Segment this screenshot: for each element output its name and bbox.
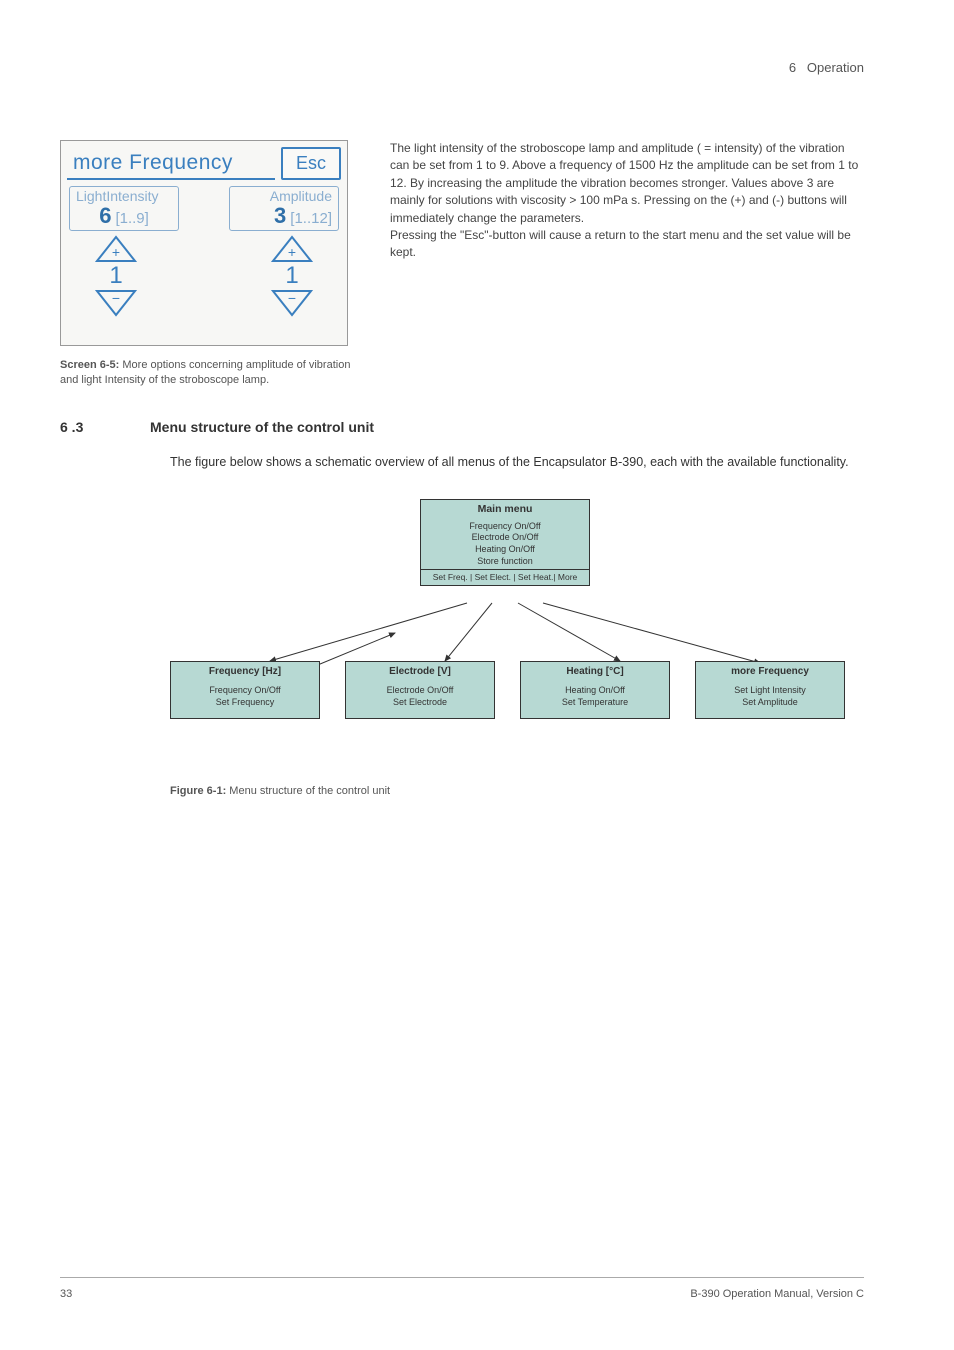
plus-icon[interactable]: + bbox=[95, 235, 137, 263]
lcd-screenshot: more Frequency Esc LightIntensity 6 [1..… bbox=[60, 140, 348, 346]
figure-caption-bold: Figure 6-1: bbox=[170, 785, 226, 797]
main-line-3: Store function bbox=[425, 556, 585, 568]
amplitude-range: [1..12] bbox=[290, 211, 332, 226]
desc-p1: The light intensity of the stroboscope l… bbox=[390, 140, 864, 227]
sub-title-0: Frequency [Hz] bbox=[175, 666, 315, 685]
section-title: Menu structure of the control unit bbox=[150, 419, 374, 435]
sub-title-3: more Frequency bbox=[700, 666, 840, 685]
right-step-value: 1 bbox=[285, 263, 298, 289]
amplitude-label: Amplitude bbox=[236, 189, 332, 203]
sub-box-more-frequency: more Frequency Set Light Intensity Set A… bbox=[695, 661, 845, 719]
sub-title-1: Electrode [V] bbox=[350, 666, 490, 685]
sub2-line1: Set Temperature bbox=[525, 697, 665, 709]
sub3-line0: Set Light Intensity bbox=[700, 685, 840, 697]
page-number: 33 bbox=[60, 1288, 72, 1300]
sub0-line0: Frequency On/Off bbox=[175, 685, 315, 697]
description-paragraph: The light intensity of the stroboscope l… bbox=[390, 140, 864, 389]
menu-structure-diagram: Main menu Frequency On/Off Electrode On/… bbox=[170, 499, 850, 767]
section-body: The figure below shows a schematic overv… bbox=[170, 453, 864, 471]
svg-text:−: − bbox=[112, 290, 120, 306]
light-intensity-value: 6 bbox=[99, 205, 111, 227]
sub-box-frequency: Frequency [Hz] Frequency On/Off Set Freq… bbox=[170, 661, 320, 719]
light-intensity-label: LightIntensity bbox=[76, 189, 172, 203]
sub-box-electrode: Electrode [V] Electrode On/Off Set Elect… bbox=[345, 661, 495, 719]
main-line-1: Electrode On/Off bbox=[425, 532, 585, 544]
chapter-number: 6 bbox=[789, 60, 796, 75]
sub0-line1: Set Frequency bbox=[175, 697, 315, 709]
main-menu-box: Main menu Frequency On/Off Electrode On/… bbox=[420, 499, 590, 586]
chapter-title: Operation bbox=[807, 60, 864, 75]
svg-text:−: − bbox=[288, 290, 296, 306]
minus-icon[interactable]: − bbox=[271, 289, 313, 317]
figure-caption: Figure 6-1: Menu structure of the contro… bbox=[170, 785, 864, 797]
desc-p2: Pressing the "Esc"-button will cause a r… bbox=[390, 227, 864, 262]
sub-box-heating: Heating [°C] Heating On/Off Set Temperat… bbox=[520, 661, 670, 719]
plus-icon[interactable]: + bbox=[271, 235, 313, 263]
section-number: 6 .3 bbox=[60, 419, 136, 435]
left-stepper: + 1 − bbox=[95, 235, 137, 317]
sub3-line1: Set Amplitude bbox=[700, 697, 840, 709]
main-line-2: Heating On/Off bbox=[425, 544, 585, 556]
light-intensity-range: [1..9] bbox=[115, 211, 148, 226]
left-step-value: 1 bbox=[109, 263, 122, 289]
page-header: 6 Operation bbox=[789, 60, 864, 75]
lcd-title: more Frequency bbox=[67, 147, 275, 180]
sub-title-2: Heating [°C] bbox=[525, 666, 665, 685]
svg-text:+: + bbox=[288, 244, 296, 260]
main-line-0: Frequency On/Off bbox=[425, 521, 585, 533]
page-footer: 33 B-390 Operation Manual, Version C bbox=[60, 1277, 864, 1300]
esc-button[interactable]: Esc bbox=[281, 147, 341, 180]
doc-title: B-390 Operation Manual, Version C bbox=[690, 1288, 864, 1300]
sub1-line0: Electrode On/Off bbox=[350, 685, 490, 697]
right-stepper: + 1 − bbox=[271, 235, 313, 317]
figure-caption-text: Menu structure of the control unit bbox=[226, 785, 390, 797]
screen-caption: Screen 6-5: More options concerning ampl… bbox=[60, 358, 370, 389]
svg-text:+: + bbox=[112, 244, 120, 260]
amplitude-value: 3 bbox=[274, 205, 286, 227]
minus-icon[interactable]: − bbox=[95, 289, 137, 317]
main-menu-title: Main menu bbox=[421, 500, 589, 519]
amplitude-box: Amplitude 3 [1..12] bbox=[229, 186, 339, 231]
sub1-line1: Set Electrode bbox=[350, 697, 490, 709]
light-intensity-box: LightIntensity 6 [1..9] bbox=[69, 186, 179, 231]
main-menu-footer: Set Freq. | Set Elect. | Set Heat.| More bbox=[421, 569, 589, 585]
screen-caption-bold: Screen 6-5: bbox=[60, 359, 119, 371]
section-heading: 6 .3 Menu structure of the control unit bbox=[60, 419, 864, 435]
sub2-line0: Heating On/Off bbox=[525, 685, 665, 697]
